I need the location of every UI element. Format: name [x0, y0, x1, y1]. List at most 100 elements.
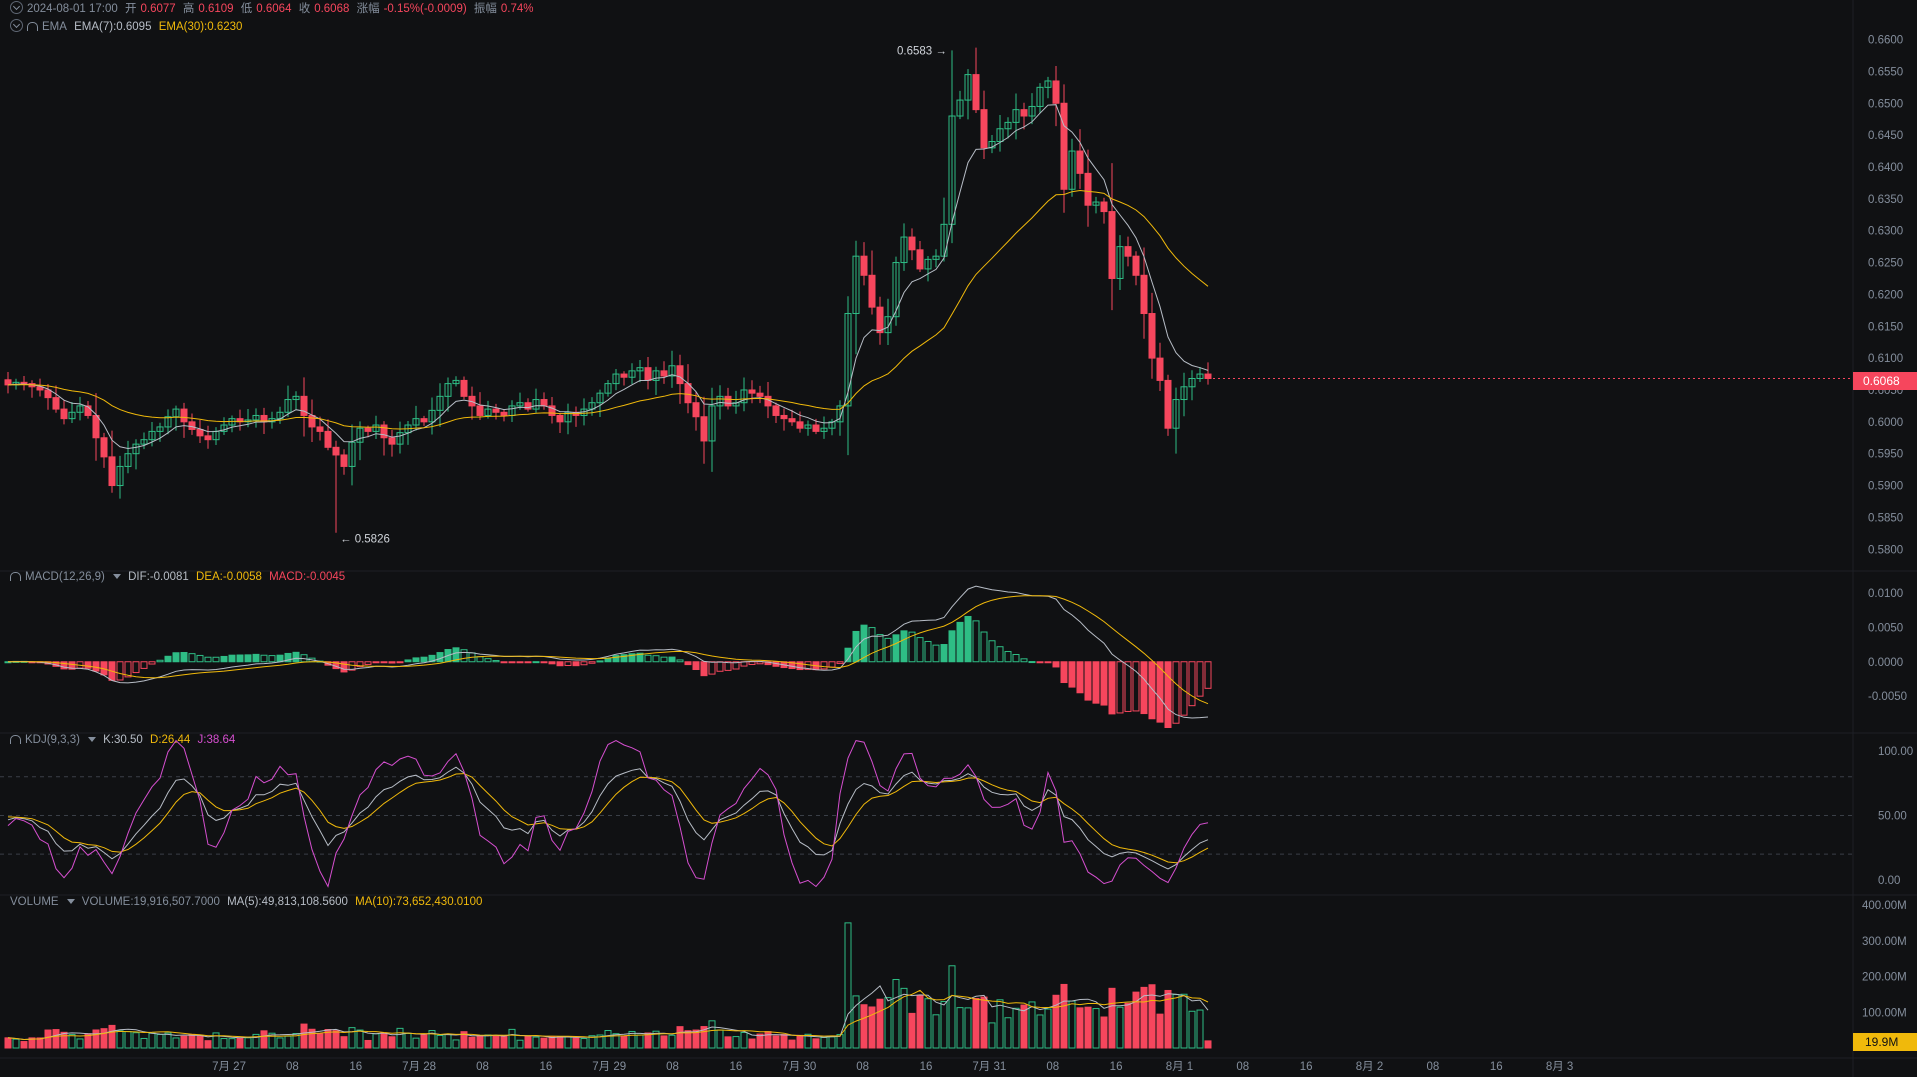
collapse-icon[interactable]: [10, 19, 23, 32]
kdj-j: J:38.64: [197, 734, 236, 746]
candle-body: [476, 405, 484, 416]
ema-name: EMA: [42, 21, 67, 33]
candle-body: [92, 414, 100, 439]
macd-hist-value: MACD:-0.0045: [269, 571, 346, 583]
time-tick-label: 08: [1426, 1061, 1439, 1073]
macd-histogram-bar: [556, 661, 564, 667]
macd-histogram-bar: [1132, 661, 1140, 712]
candle-body: [1164, 379, 1172, 429]
collapse-icon[interactable]: [10, 1, 23, 14]
price-tick-label: 0.6000: [1868, 417, 1903, 429]
volume-bar: [1052, 994, 1060, 1049]
time-tick-label: 7月 27: [212, 1061, 246, 1073]
macd-histogram-bar: [676, 659, 684, 663]
volume-bar: [436, 1034, 444, 1049]
macd-histogram-bar: [204, 656, 212, 663]
chevron-down-icon[interactable]: [87, 737, 96, 742]
chevron-down-icon[interactable]: [112, 574, 121, 579]
volume-bar: [148, 1032, 156, 1049]
time-tick-label: 16: [920, 1061, 933, 1073]
macd-histogram-bar: [492, 660, 500, 663]
macd-histogram-bar: [644, 654, 652, 663]
price-tick-label: 0.5850: [1868, 512, 1903, 524]
macd-dif: DIF:-0.0081: [128, 571, 189, 583]
volume-bar: [316, 1033, 324, 1049]
volume-ma10-line: [7, 989, 1209, 1041]
price-chart[interactable]: 0.6600 0.6550 0.6500 0.6450 0.6400 0.6350 0.63…: [0, 0, 1917, 1077]
volume-bar: [1108, 987, 1116, 1049]
candle-body: [1108, 211, 1116, 279]
candle-body: [1100, 201, 1108, 213]
macd-histogram-bar: [692, 661, 700, 670]
ema7-value: EMA(7):0.6095: [74, 21, 152, 33]
volume-bar: [676, 1026, 684, 1049]
chevron-down-icon[interactable]: [66, 899, 75, 904]
kdj-j-line: [7, 739, 1209, 888]
macd-histogram-bar: [516, 661, 524, 664]
volume-bar: [780, 1034, 788, 1049]
kdj-legend: KDJ(9,3,3) K:30.50 D:26.44 J:38.64: [10, 733, 239, 747]
macd-histogram-bar: [1060, 661, 1068, 684]
macd-histogram-bar: [580, 661, 588, 666]
volume-bar: [764, 1031, 772, 1049]
volume-bar: [492, 1035, 500, 1049]
macd-histogram-bar: [236, 654, 244, 663]
bell-icon[interactable]: [10, 735, 21, 744]
candle-body: [660, 370, 668, 377]
volume-bar: [844, 922, 852, 1049]
volume-bar: [540, 1037, 548, 1049]
volume-bar: [516, 1039, 524, 1049]
volume-bar: [228, 1038, 236, 1049]
bell-icon[interactable]: [27, 22, 38, 31]
candle-body: [556, 414, 564, 423]
macd-histogram-bar: [748, 661, 756, 665]
volume-bar: [556, 1035, 564, 1049]
volume-bar: [1100, 1016, 1108, 1049]
macd-histogram-bar: [924, 640, 932, 663]
candle-body: [748, 389, 756, 394]
macd-tick-label: 0.0100: [1868, 588, 1903, 600]
macd-histogram-bar: [1076, 661, 1084, 694]
bell-icon[interactable]: [10, 572, 21, 581]
change-value: -0.15%(-0.0009): [383, 3, 467, 15]
candle-body: [324, 430, 332, 448]
volume-bar: [372, 1033, 380, 1049]
candle-body: [100, 437, 108, 458]
volume-bar: [180, 1035, 188, 1049]
macd-histogram-bar: [1204, 661, 1212, 689]
macd-histogram-bar: [188, 653, 196, 663]
volume-bar: [1076, 1007, 1084, 1049]
macd-dea-line: [7, 595, 1209, 705]
macd-histogram-bar: [172, 652, 180, 663]
volume-bar: [1084, 1006, 1092, 1049]
candle-body: [676, 365, 684, 385]
volume-bar: [244, 1037, 252, 1049]
macd-histogram-bar: [948, 630, 956, 663]
candle-body: [60, 408, 68, 420]
candle-body: [20, 381, 28, 385]
candle-body: [972, 74, 980, 111]
volume-bar: [1004, 1017, 1012, 1049]
candle-body: [772, 405, 780, 416]
volume-bar: [20, 1041, 28, 1049]
volume-bar: [236, 1037, 244, 1049]
candle-body: [1140, 274, 1148, 315]
volume-bar: [948, 965, 956, 1049]
volume-bar: [60, 1031, 68, 1049]
candle-body: [1076, 150, 1084, 174]
volume-bar: [340, 1036, 348, 1049]
time-tick-label: 16: [1490, 1061, 1503, 1073]
volume-bar: [348, 1027, 356, 1049]
volume-bar: [932, 1014, 940, 1049]
volume-bar: [172, 1037, 180, 1049]
kdj-d-line: [7, 773, 1209, 864]
macd-histogram-bar: [820, 661, 828, 670]
macd-histogram-bar: [660, 656, 668, 663]
candle-body: [332, 446, 340, 456]
macd-histogram-bar: [572, 661, 580, 667]
volume-bar: [508, 1028, 516, 1049]
time-tick-label: 16: [730, 1061, 743, 1073]
macd-histogram-bar: [1196, 661, 1204, 697]
time-tick-label: 7月 31: [972, 1061, 1006, 1073]
volume-bar: [364, 1039, 372, 1049]
